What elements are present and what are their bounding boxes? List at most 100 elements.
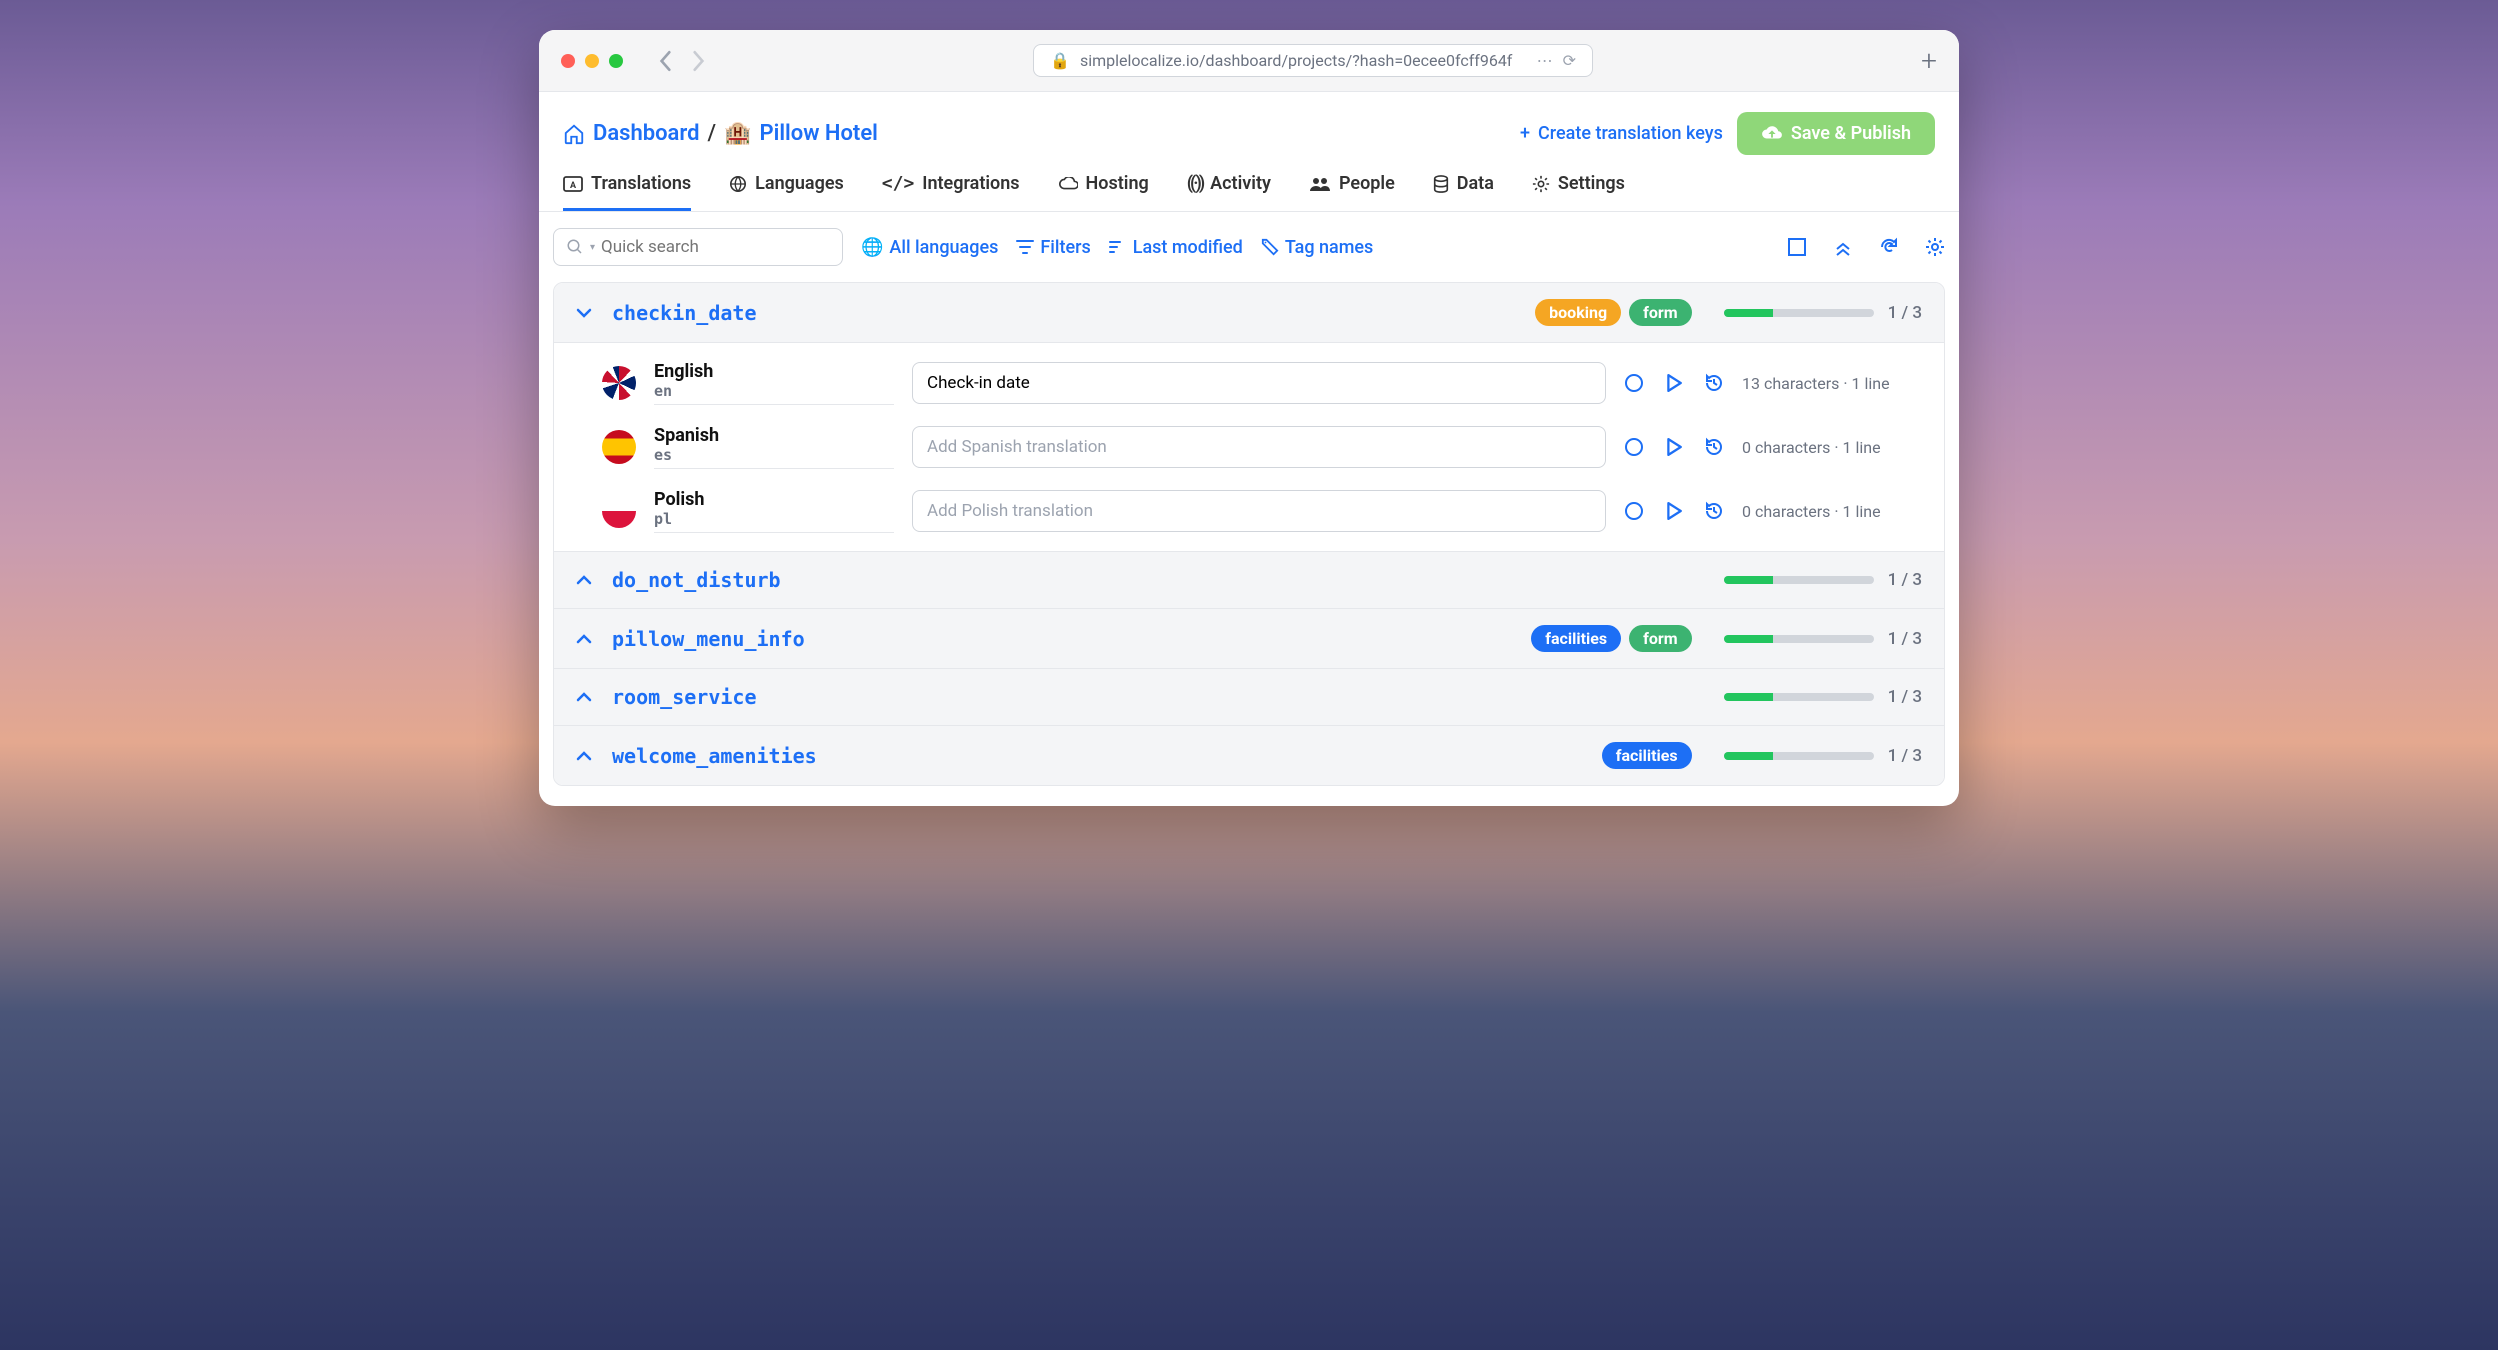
tag[interactable]: booking — [1535, 299, 1621, 326]
tab-icon: </> — [882, 173, 915, 194]
reload-icon[interactable]: ⟳ — [1563, 51, 1576, 70]
key-name[interactable]: welcome_amenities — [612, 744, 817, 768]
tab-label: Translations — [591, 173, 691, 194]
tab-data[interactable]: Data — [1433, 173, 1494, 211]
key-progress: 1 / 3 — [1724, 746, 1922, 766]
key-row[interactable]: room_service 1 / 3 — [554, 669, 1944, 726]
key-name[interactable]: checkin_date — [612, 301, 757, 325]
tab-label: Hosting — [1086, 173, 1149, 194]
expand-icon[interactable] — [1787, 237, 1807, 257]
tab-label: People — [1339, 173, 1395, 194]
translate-icon[interactable]: ⋯ — [1537, 51, 1553, 70]
translation-input[interactable] — [912, 426, 1606, 468]
tag[interactable]: form — [1629, 299, 1691, 326]
url-text: simplelocalize.io/dashboard/projects/?ha… — [1080, 51, 1512, 70]
key-name[interactable]: pillow_menu_info — [612, 627, 805, 651]
project-emoji: 🏨 — [724, 121, 751, 146]
flag-icon — [602, 430, 636, 464]
tab-icon: A — [563, 176, 583, 192]
home-icon[interactable] — [563, 123, 585, 145]
tab-translations[interactable]: A Translations — [563, 173, 691, 211]
progress-count: 1 / 3 — [1888, 687, 1922, 707]
new-tab-button[interactable]: + — [1921, 44, 1937, 77]
forward-button[interactable] — [691, 50, 705, 72]
tag-names-button[interactable]: Tag names — [1261, 237, 1374, 258]
tab-icon — [729, 175, 747, 193]
save-publish-label: Save & Publish — [1791, 123, 1911, 144]
minimize-window-button[interactable] — [585, 54, 599, 68]
progress-count: 1 / 3 — [1888, 570, 1922, 590]
maximize-window-button[interactable] — [609, 54, 623, 68]
key-tags: facilities form — [1531, 625, 1691, 652]
row-actions — [1624, 437, 1724, 457]
history-icon[interactable] — [1704, 373, 1724, 393]
chevron-down-icon: ▾ — [590, 242, 595, 253]
breadcrumb-project[interactable]: Pillow Hotel — [759, 121, 877, 146]
key-row[interactable]: pillow_menu_info facilities form 1 / 3 — [554, 609, 1944, 669]
key-tags: facilities — [1602, 742, 1692, 769]
key-tags: booking form — [1535, 299, 1691, 326]
nav-buttons — [659, 50, 705, 72]
tabs: A Translations Languages </>Integrations Hos… — [539, 155, 1959, 212]
language-row: Englishen13 characters · 1 line — [554, 351, 1944, 415]
tab-icon — [1532, 175, 1550, 193]
language-row: Spanishes0 characters · 1 line — [554, 415, 1944, 479]
last-modified-button[interactable]: Last modified — [1109, 237, 1243, 258]
collapse-all-icon[interactable] — [1833, 237, 1853, 257]
language-label: Englishen — [654, 361, 894, 405]
tab-languages[interactable]: Languages — [729, 173, 844, 211]
key-progress: 1 / 3 — [1724, 629, 1922, 649]
search-input-wrap[interactable]: ▾ — [553, 228, 843, 266]
key-name[interactable]: do_not_disturb — [612, 568, 781, 592]
tab-hosting[interactable]: Hosting — [1058, 173, 1149, 211]
play-icon[interactable] — [1666, 438, 1682, 456]
filters-button[interactable]: Filters — [1016, 237, 1090, 258]
translation-key-list: checkin_date booking form 1 / 3 Englishen13 … — [553, 282, 1945, 786]
toolbar-icons — [1787, 237, 1945, 257]
svg-text:A: A — [570, 181, 577, 191]
save-publish-button[interactable]: Save & Publish — [1737, 112, 1935, 155]
url-field[interactable]: 🔒 simplelocalize.io/dashboard/projects/?… — [1033, 44, 1593, 77]
history-icon[interactable] — [1704, 437, 1724, 457]
key-progress: 1 / 3 — [1724, 687, 1922, 707]
translation-input[interactable] — [912, 362, 1606, 404]
translation-input[interactable] — [912, 490, 1606, 532]
tab-label: Activity — [1210, 173, 1271, 194]
tab-people[interactable]: People — [1309, 173, 1395, 211]
tab-activity[interactable]: ((·)) Activity — [1187, 173, 1271, 211]
tab-icon — [1433, 175, 1449, 193]
tab-integrations[interactable]: </>Integrations — [882, 173, 1020, 211]
breadcrumb-dashboard[interactable]: Dashboard — [593, 121, 699, 146]
circle-icon[interactable] — [1624, 373, 1644, 393]
key-name[interactable]: room_service — [612, 685, 757, 709]
all-languages-button[interactable]: 🌐All languages — [861, 237, 998, 258]
circle-icon[interactable] — [1624, 501, 1644, 521]
key-row[interactable]: checkin_datebookingform1 / 3 — [554, 283, 1944, 343]
play-icon[interactable] — [1666, 374, 1682, 392]
language-label: Polishpl — [654, 489, 894, 533]
tag[interactable]: facilities — [1531, 625, 1621, 652]
language-row: Polishpl0 characters · 1 line — [554, 479, 1944, 543]
tab-icon — [1058, 177, 1078, 191]
tab-settings[interactable]: Settings — [1532, 173, 1625, 211]
chevron-icon — [576, 634, 596, 644]
tag[interactable]: form — [1629, 625, 1691, 652]
history-icon[interactable] — [1704, 501, 1724, 521]
page-header: Dashboard / 🏨 Pillow Hotel + Create tran… — [539, 92, 1959, 155]
titlebar: 🔒 simplelocalize.io/dashboard/projects/?… — [539, 30, 1959, 92]
tag[interactable]: facilities — [1602, 742, 1692, 769]
gear-icon[interactable] — [1925, 237, 1945, 257]
circle-icon[interactable] — [1624, 437, 1644, 457]
search-input[interactable] — [601, 237, 830, 257]
close-window-button[interactable] — [561, 54, 575, 68]
key-row[interactable]: do_not_disturb 1 / 3 — [554, 552, 1944, 609]
tag-names-label: Tag names — [1285, 237, 1374, 258]
play-icon[interactable] — [1666, 502, 1682, 520]
progress-count: 1 / 3 — [1888, 629, 1922, 649]
tab-icon: ((·)) — [1187, 173, 1202, 194]
create-keys-button[interactable]: + Create translation keys — [1520, 123, 1723, 144]
filters-label: Filters — [1040, 237, 1090, 258]
refresh-icon[interactable] — [1879, 237, 1899, 257]
key-row[interactable]: welcome_amenities facilities 1 / 3 — [554, 726, 1944, 785]
back-button[interactable] — [659, 50, 673, 72]
